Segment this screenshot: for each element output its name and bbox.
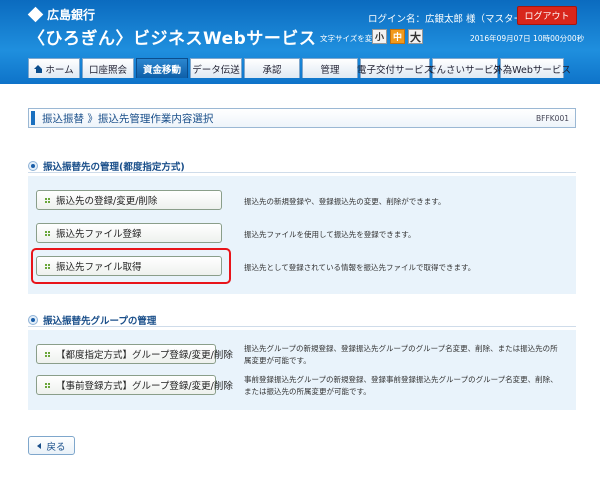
highlight-frame [31,248,231,284]
header-bar: 広島銀行 〈ひろぎん〉ビジネスWebサービス ログイン名：広銀太郎 様（マスター… [0,0,600,84]
description-line: 事前登録振込先グループの新規登録、登録事前登録振込先グループのグループ名変更、削… [244,375,558,384]
page-title-bar: 振込振替 》振込先管理作業内容選択 BFFK001 [28,108,576,128]
payee-file-register-button[interactable]: 振込先ファイル登録 [36,223,222,243]
tab-fund-transfer[interactable]: 資金移動 [136,58,188,78]
payee-file-register-description: 振込先ファイルを使用して振込先を登録できます。 [244,230,416,239]
tab-home[interactable]: ホーム [28,58,80,78]
tab-approval[interactable]: 承認 [244,58,300,78]
bank-logo[interactable]: 広島銀行 [27,6,96,23]
tab-account-inquiry[interactable]: 口座照会 [82,58,134,78]
service-name: 〈ひろぎん〉ビジネスWebサービス [28,29,317,49]
section-heading-text: 振込振替先の管理(都度指定方式) [43,162,185,173]
button-label: 【事前登録方式】グループ登録/変更/削除 [56,381,233,392]
dots-icon [45,230,50,236]
dots-icon [45,197,50,203]
home-icon [34,64,43,73]
screen-id: BFFK001 [535,113,569,123]
font-size-medium-button[interactable]: 中 [390,29,405,44]
tab-management[interactable]: 管理 [302,58,358,78]
section-divider [28,172,576,173]
bank-name: 広島銀行 [47,8,96,22]
font-size-label: 文字サイズを変更 [320,34,380,43]
page-title: 振込振替 》振込先管理作業内容選択 [42,112,214,125]
tab-label: ホーム [45,64,74,76]
section-divider [28,326,576,327]
logout-button[interactable]: ログアウト [517,6,577,25]
dots-icon [45,382,50,388]
back-button[interactable]: 戻る [28,436,75,455]
font-size-large-button[interactable]: 大 [408,29,423,44]
section-heading-payee-management: 振込振替先の管理(都度指定方式) [28,159,185,173]
font-size-small-button[interactable]: 小 [372,29,387,44]
current-datetime: 2016年09月07日 10時00分00秒 [470,34,585,43]
tab-forex-web-service[interactable]: 外為Webサービス [493,58,571,78]
global-nav: ホーム 口座照会 資金移動 データ伝送 承認 管理 電子交付サービス でんさいサ… [28,58,571,78]
description-line: 振込先グループの新規登録、登録振込先グループのグループ名変更、削除、または振込先… [244,344,558,353]
payee-register-edit-delete-button[interactable]: 振込先の登録/変更/削除 [36,190,222,210]
bank-logo-mark-icon [27,6,44,23]
description-line: 属変更が可能です。 [244,356,311,365]
section-heading-payee-group-management: 振込振替先グループの管理 [28,313,156,327]
payee-file-download-description: 振込先として登録されている情報を振込先ファイルで取得できます。 [244,263,476,272]
description-line: または振込先の所属変更が可能です。 [244,387,371,396]
group-per-transfer-description: 振込先グループの新規登録、登録振込先グループのグループ名変更、削除、または振込先… [244,343,558,367]
group-pre-registered-description: 事前登録振込先グループの新規登録、登録事前登録振込先グループのグループ名変更、削… [244,374,558,398]
section-panel-payee-group-management [28,330,576,410]
tab-densai-service[interactable]: でんさいサービス [427,58,503,78]
title-accent-bar [31,111,35,125]
back-label: 戻る [46,441,66,453]
button-label: 振込先の登録/変更/削除 [56,196,158,207]
bullet-icon [28,161,38,171]
section-heading-text: 振込振替先グループの管理 [43,316,157,327]
button-label: 振込先ファイル登録 [56,229,142,240]
tab-e-delivery-service[interactable]: 電子交付サービス [357,58,433,78]
group-pre-registered-register-button[interactable]: 【事前登録方式】グループ登録/変更/削除 [36,375,233,395]
bullet-icon [28,315,38,325]
button-label: 【都度指定方式】グループ登録/変更/削除 [56,350,233,361]
tab-data-transmission[interactable]: データ伝送 [190,58,242,78]
back-arrow-icon [37,442,42,449]
group-per-transfer-register-button[interactable]: 【都度指定方式】グループ登録/変更/削除 [36,344,233,364]
dots-icon [45,351,50,357]
payee-register-description: 振込先の新規登録や、登録振込先の変更、削除ができます。 [244,197,446,206]
